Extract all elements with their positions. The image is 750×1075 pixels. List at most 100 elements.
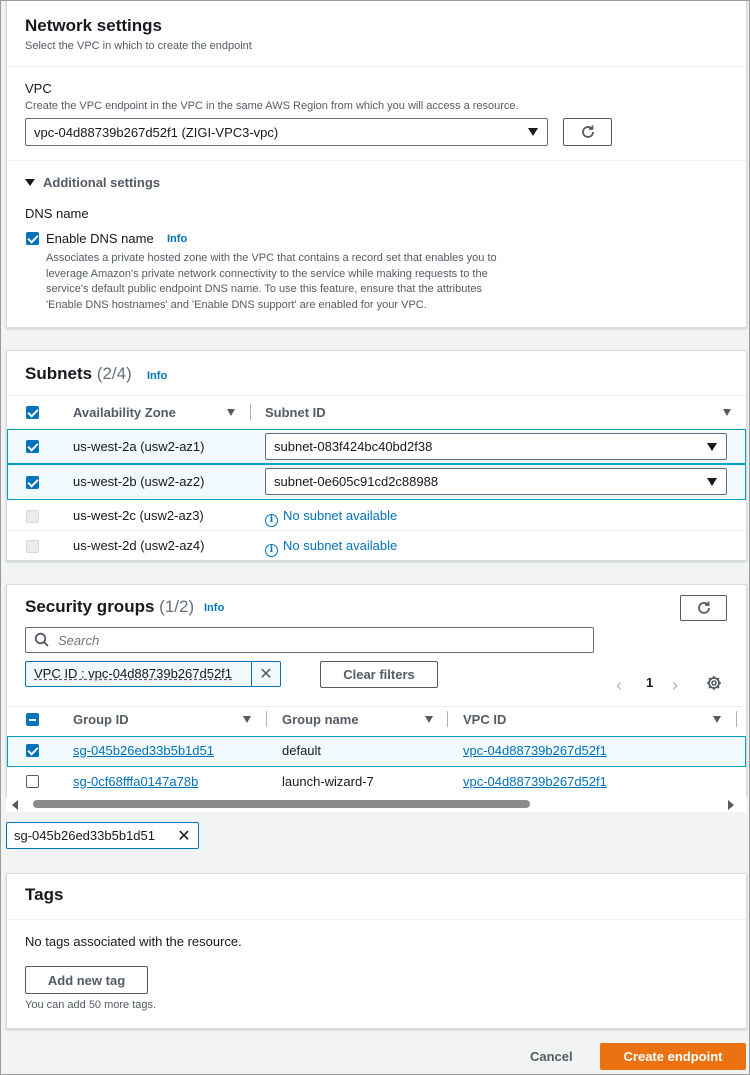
- subnet-row-az: us-west-2c (usw2-az3): [73, 508, 204, 523]
- cancel-button[interactable]: Cancel: [530, 1049, 573, 1064]
- subnet-id-select[interactable]: subnet-0e605c91cd2c88988: [265, 468, 727, 495]
- column-vpc-id[interactable]: VPC ID: [463, 712, 506, 727]
- subnet-row-checkbox[interactable]: [26, 440, 39, 453]
- next-page-icon[interactable]: ›: [672, 675, 678, 696]
- enable-dns-label: Enable DNS name: [46, 231, 154, 246]
- security-group-row-checkbox[interactable]: [26, 775, 39, 788]
- refresh-icon: [581, 125, 594, 138]
- subnets-title: Subnets (2/4): [25, 364, 132, 384]
- no-subnet-text: No subnet available: [283, 508, 398, 523]
- caret-down-icon: [528, 128, 538, 136]
- create-endpoint-button[interactable]: Create endpoint: [600, 1043, 746, 1070]
- scrollbar-thumb[interactable]: [33, 800, 530, 808]
- subnets-info-link[interactable]: Info: [147, 370, 167, 382]
- remove-group-icon[interactable]: ✕: [171, 826, 197, 846]
- security-groups-title-text: Security groups: [25, 597, 155, 616]
- subnet-id-value: subnet-083f424bc40bd2f38: [274, 439, 433, 454]
- tags-panel: Tags No tags associated with the resourc…: [6, 873, 747, 1029]
- network-settings-title: Network settings: [25, 16, 162, 35]
- sort-caret-icon[interactable]: [425, 716, 433, 723]
- divider: [7, 160, 746, 161]
- dns-help-text: Associates a private hosted zone with th…: [46, 251, 497, 313]
- refresh-icon: [697, 601, 710, 614]
- select-all-groups-checkbox[interactable]: [26, 713, 39, 726]
- divider: [7, 395, 746, 396]
- dns-help-line: leverage Amazon's private network connec…: [46, 267, 488, 280]
- sort-caret-icon[interactable]: [227, 409, 235, 416]
- enable-dns-checkbox[interactable]: [26, 232, 39, 245]
- column-subnet-id[interactable]: Subnet ID: [265, 405, 326, 420]
- security-groups-panel: Security groups (1/2) Info VPC ID : vpc-…: [6, 584, 747, 799]
- column-resizer[interactable]: [736, 711, 737, 727]
- group-name: default: [282, 743, 322, 758]
- vpc-id-link[interactable]: vpc-04d88739b267d52f1: [463, 774, 607, 789]
- no-subnet-message: i No subnet available: [265, 508, 397, 527]
- column-resizer[interactable]: [447, 711, 448, 727]
- vpc-id-link[interactable]: vpc-04d88739b267d52f1: [463, 743, 607, 758]
- horizontal-scrollbar[interactable]: [6, 797, 747, 812]
- vpc-select-value: vpc-04d88739b267d52f1 (ZIGI-VPC3-vpc): [34, 124, 279, 140]
- additional-settings-label: Additional settings: [43, 175, 160, 190]
- subnets-panel: Subnets (2/4) Info Availability Zone Sub…: [6, 350, 747, 561]
- dns-help-line: Associates a private hosted zone with th…: [46, 252, 497, 264]
- no-subnet-message: i No subnet available: [265, 538, 397, 557]
- refresh-security-groups-button[interactable]: [680, 595, 727, 621]
- vpc-filter-token-text: VPC ID : vpc-04d88739b267d52f1: [26, 662, 252, 686]
- subnet-id-value: subnet-0e605c91cd2c88988: [274, 474, 439, 489]
- subnets-title-text: Subnets: [25, 364, 93, 383]
- subnet-row-checkbox[interactable]: [26, 476, 39, 489]
- group-name: launch-wizard-7: [282, 774, 374, 789]
- vpc-description: Create the VPC endpoint in the VPC in th…: [25, 100, 519, 112]
- search-input[interactable]: [58, 632, 578, 648]
- caret-down-icon: [707, 477, 717, 486]
- dns-help-line: service's default public endpoint DNS na…: [46, 283, 483, 295]
- additional-settings-toggle[interactable]: Additional settings: [25, 175, 160, 190]
- subnets-count: (2/4): [96, 364, 132, 383]
- tags-title: Tags: [25, 885, 64, 904]
- group-id-link[interactable]: sg-0cf68fffa0147a78b: [73, 774, 198, 789]
- no-subnet-text: No subnet available: [283, 538, 398, 553]
- remove-filter-icon[interactable]: ✕: [252, 664, 280, 684]
- column-resizer[interactable]: [250, 404, 251, 420]
- column-group-name[interactable]: Group name: [282, 712, 359, 727]
- settings-gear-icon[interactable]: [706, 675, 722, 691]
- page-number[interactable]: 1: [646, 675, 653, 690]
- info-icon: i: [265, 513, 278, 527]
- search-icon: [34, 632, 49, 647]
- subnet-row-az: us-west-2a (usw2-az1): [73, 439, 205, 454]
- column-availability-zone[interactable]: Availability Zone: [73, 405, 176, 420]
- vpc-select[interactable]: vpc-04d88739b267d52f1 (ZIGI-VPC3-vpc): [25, 118, 548, 146]
- search-field[interactable]: [25, 627, 594, 653]
- security-groups-info-link[interactable]: Info: [204, 602, 224, 614]
- sort-caret-icon[interactable]: [243, 716, 251, 723]
- add-new-tag-button[interactable]: Add new tag: [25, 966, 148, 994]
- subnet-row-checkbox: [26, 540, 39, 553]
- caret-down-icon: [25, 179, 35, 186]
- group-id-link[interactable]: sg-045b26ed33b5b1d51: [73, 743, 214, 758]
- security-groups-count: (1/2): [159, 597, 195, 616]
- clear-filters-button[interactable]: Clear filters: [320, 661, 438, 688]
- caret-down-icon: [707, 442, 717, 451]
- previous-page-icon[interactable]: ‹: [616, 675, 622, 696]
- enable-dns-info-link[interactable]: Info: [167, 233, 187, 245]
- subnet-id-select[interactable]: subnet-083f424bc40bd2f38: [265, 433, 727, 460]
- column-resizer[interactable]: [266, 711, 267, 727]
- sort-caret-icon[interactable]: [713, 716, 721, 723]
- scroll-left-icon[interactable]: [12, 800, 18, 810]
- subnet-row-az: us-west-2d (usw2-az4): [73, 538, 205, 553]
- subnet-row-checkbox: [26, 510, 39, 523]
- info-icon: i: [265, 543, 278, 557]
- vpc-filter-token: VPC ID : vpc-04d88739b267d52f1 ✕: [25, 661, 281, 687]
- column-group-id[interactable]: Group ID: [73, 712, 129, 727]
- vpc-label: VPC: [25, 81, 52, 96]
- tags-empty-message: No tags associated with the resource.: [25, 934, 242, 949]
- dns-help-line: 'Enable DNS hostnames' and 'Enable DNS s…: [46, 298, 427, 311]
- divider: [7, 706, 746, 707]
- refresh-vpc-button[interactable]: [563, 118, 612, 146]
- sort-caret-icon[interactable]: [723, 409, 731, 416]
- security-group-row-checkbox[interactable]: [26, 744, 39, 757]
- dns-name-heading: DNS name: [25, 206, 89, 221]
- select-all-subnets-checkbox[interactable]: [26, 406, 39, 419]
- subnet-row-az: us-west-2b (usw2-az2): [73, 474, 205, 489]
- scroll-right-icon[interactable]: [728, 800, 734, 810]
